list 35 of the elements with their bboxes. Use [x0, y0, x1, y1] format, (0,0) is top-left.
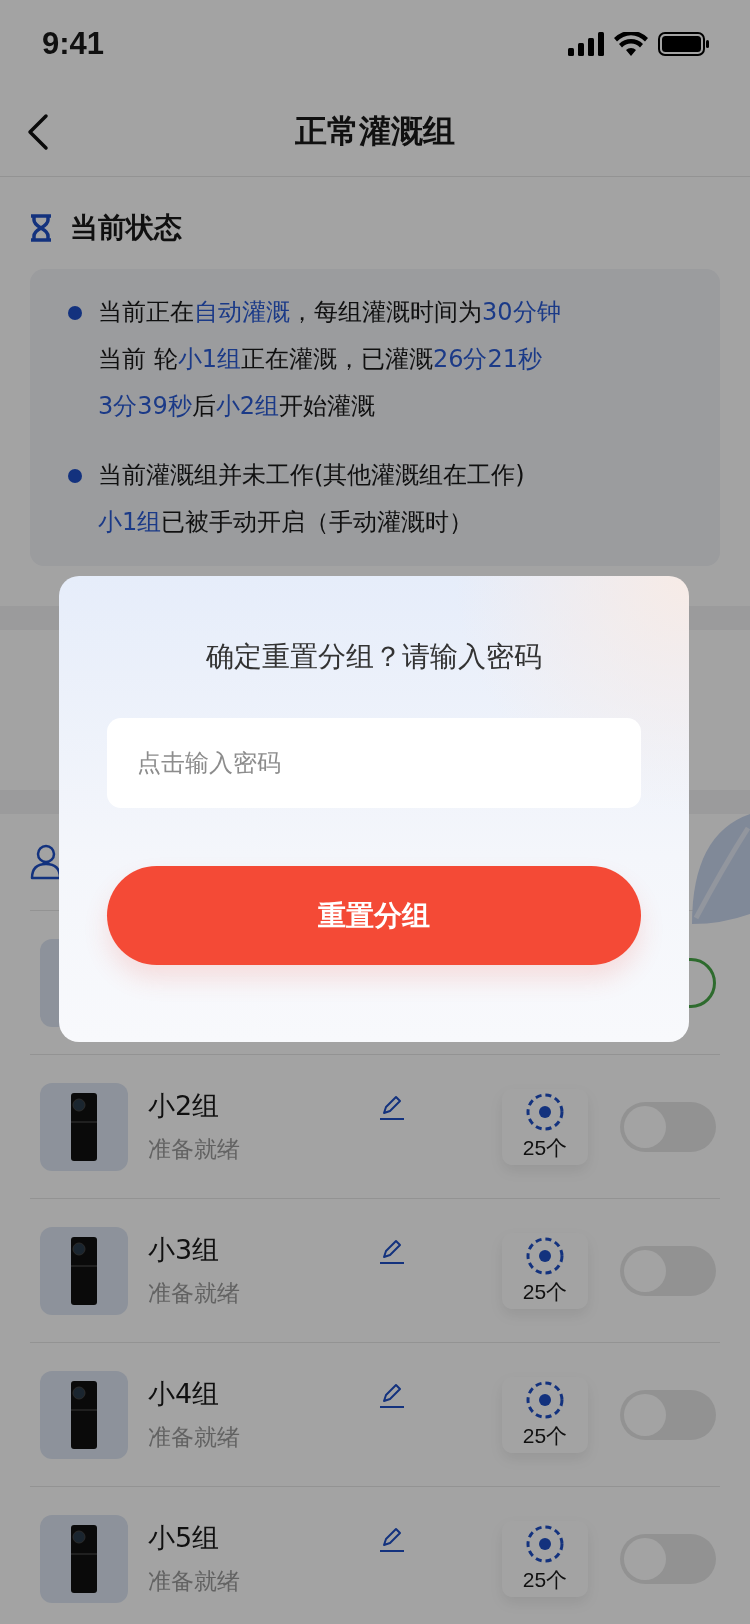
- target-icon: [525, 1523, 565, 1564]
- status-text: 当前 轮小1组正在灌溉，已灌溉26分21秒: [98, 344, 543, 375]
- group-status: 准备就绪: [148, 1423, 241, 1452]
- bullet-dot: [68, 306, 82, 320]
- status-time: 9:41: [42, 26, 105, 62]
- reset-button[interactable]: 重置分组: [107, 866, 641, 965]
- person-icon: [30, 844, 62, 880]
- group-name: 小3组: [148, 1233, 221, 1267]
- signal-icon: [568, 32, 604, 56]
- back-button[interactable]: [26, 113, 50, 151]
- group-name: 小5组: [148, 1521, 221, 1555]
- target-icon: [525, 1379, 565, 1420]
- hourglass-icon: [30, 214, 52, 242]
- bullet-dot: [68, 469, 82, 483]
- target-icon: [525, 1091, 565, 1132]
- group-status: 准备就绪: [148, 1279, 241, 1308]
- status-text: 小1组已被手动开启（手动灌溉时）: [98, 507, 475, 538]
- count-text: 25个: [522, 1566, 568, 1593]
- group-status: 准备就绪: [148, 1135, 241, 1164]
- status-text: 3分39秒后小2组开始灌溉: [98, 391, 377, 422]
- password-field[interactable]: 点击输入密码: [107, 718, 641, 808]
- section-title: 当前状态: [70, 210, 182, 246]
- page-title: 正常灌溉组: [295, 111, 455, 152]
- status-text: 当前正在自动灌溉，每组灌溉时间为30分钟: [98, 297, 561, 328]
- wifi-icon: [614, 32, 648, 56]
- status-text: 当前灌溉组并未工作(其他灌溉组在工作): [98, 460, 525, 491]
- dialog-title: 确定重置分组？请输入密码: [206, 639, 542, 675]
- battery-icon: [658, 32, 710, 56]
- group-name: 小4组: [148, 1377, 221, 1411]
- count-text: 25个: [522, 1134, 568, 1161]
- count-text: 25个: [522, 1278, 568, 1305]
- target-icon: [525, 1235, 565, 1276]
- count-text: 25个: [522, 1422, 568, 1449]
- group-name: 小2组: [148, 1089, 221, 1123]
- group-status: 准备就绪: [148, 1567, 241, 1596]
